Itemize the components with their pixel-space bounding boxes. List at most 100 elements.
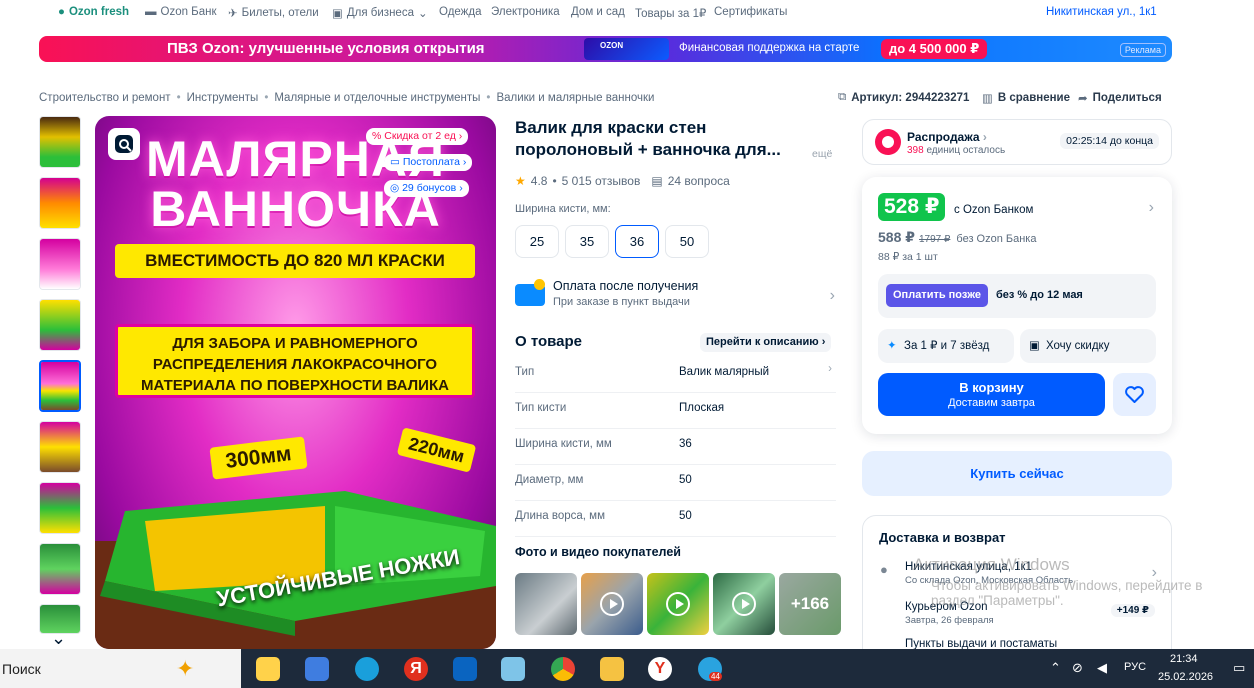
promo-banner[interactable]: ПВЗ Ozon: улучшенные условия открытия OZ… bbox=[39, 36, 1172, 62]
chevron-right-icon: › bbox=[458, 130, 463, 142]
notification-icon[interactable]: ▭ bbox=[1233, 660, 1245, 676]
size-option[interactable]: 35 bbox=[565, 225, 609, 258]
thumbnail[interactable] bbox=[39, 421, 81, 473]
sale-timer: 02:25:14 до конца bbox=[1060, 133, 1159, 149]
lens-icon bbox=[115, 135, 133, 153]
store-icon[interactable] bbox=[305, 657, 329, 681]
payment-card-icon bbox=[515, 279, 545, 306]
buy-now-button[interactable]: Купить сейчас bbox=[862, 451, 1172, 496]
thumbnail[interactable] bbox=[39, 543, 81, 595]
tickets-link[interactable]: ✈ Билеты, отели bbox=[228, 6, 319, 20]
share-icon: ➦ bbox=[1078, 93, 1088, 105]
goods-1-link[interactable]: Товары за 1₽ bbox=[635, 6, 706, 20]
heart-icon bbox=[1125, 386, 1144, 403]
title-more-link[interactable]: ещё bbox=[812, 148, 832, 160]
discount-tag[interactable]: % Скидка от 2 ед › bbox=[366, 128, 469, 145]
chevron-right-icon[interactable]: › bbox=[828, 363, 832, 375]
play-icon bbox=[732, 592, 756, 616]
copy-icon: ⧉ bbox=[838, 91, 847, 103]
outlook-icon[interactable] bbox=[453, 657, 477, 681]
bonus-icon: ◎ bbox=[390, 182, 400, 194]
chrome-icon[interactable] bbox=[551, 657, 575, 681]
play-icon bbox=[666, 592, 690, 616]
product-main-image[interactable]: МАЛЯРНАЯ ВАННОЧКА ВМЕСТИМОСТЬ ДО 820 МЛ … bbox=[95, 116, 496, 649]
breadcrumb-item[interactable]: Инструменты bbox=[187, 92, 259, 104]
explorer-icon[interactable] bbox=[600, 657, 624, 681]
compare-button[interactable]: ▥ В сравнение bbox=[982, 91, 1070, 105]
breadcrumb-item[interactable]: Валики и малярные ванночки bbox=[496, 92, 654, 104]
sale-card[interactable]: Распродажа › 398 единиц осталось 02:25:1… bbox=[862, 119, 1172, 165]
business-link[interactable]: ▣ Для бизнеса ⌄ bbox=[332, 6, 428, 20]
customer-photo[interactable] bbox=[515, 573, 577, 635]
home-garden-link[interactable]: Дом и сад bbox=[571, 6, 625, 18]
want-discount-button[interactable]: ▣ Хочу скидку bbox=[1020, 329, 1156, 363]
media-player-icon[interactable] bbox=[256, 657, 280, 681]
pay-later-row[interactable]: Оплатить позже без % до 12 мая bbox=[878, 274, 1156, 318]
breadcrumb-item[interactable]: Малярные и отделочные инструменты bbox=[274, 92, 480, 104]
thumbnail-list: ⌄ bbox=[39, 116, 83, 648]
leaf-icon: ● bbox=[58, 6, 65, 18]
ad-label: Реклама bbox=[1119, 43, 1166, 57]
taskbar-search[interactable]: Поиск ✦ bbox=[0, 649, 241, 688]
location-pin-icon: ● bbox=[880, 562, 888, 577]
postpay-tag[interactable]: ▭ Постоплата › bbox=[384, 154, 473, 171]
edge-icon[interactable] bbox=[355, 657, 379, 681]
yandex-icon[interactable]: Y bbox=[648, 657, 672, 681]
share-button[interactable]: ➦ Поделиться bbox=[1078, 91, 1162, 105]
purpose-label: ДЛЯ ЗАБОРА И РАВНОМЕРНОГО РАСПРЕДЕЛЕНИЯ … bbox=[115, 324, 475, 398]
ozon-fresh-link[interactable]: ● Ozon fresh bbox=[58, 6, 129, 18]
percent-icon: % bbox=[372, 130, 382, 142]
telegram-icon[interactable]: 44 bbox=[698, 657, 722, 681]
breadcrumb-item[interactable]: Строительство и ремонт bbox=[39, 92, 171, 104]
size-option[interactable]: 50 bbox=[665, 225, 709, 258]
certificates-link[interactable]: Сертификаты bbox=[714, 6, 787, 18]
yandex-browser-icon[interactable]: Я bbox=[404, 657, 428, 681]
customer-video[interactable] bbox=[713, 573, 775, 635]
breadcrumb: Строительство и ремонт • Инструменты • Мал… bbox=[39, 92, 655, 104]
about-heading: О товаре bbox=[515, 333, 583, 350]
reviews-link[interactable]: 5 015 отзывов bbox=[562, 174, 641, 188]
address-link[interactable]: Никитинская ул., 1к1 bbox=[1046, 6, 1157, 18]
thumbnail[interactable] bbox=[39, 299, 81, 351]
clothes-link[interactable]: Одежда bbox=[439, 6, 481, 18]
chevron-up-icon[interactable]: ⌃ bbox=[1050, 660, 1061, 676]
capacity-label: ВМЕСТИМОСТЬ ДО 820 МЛ КРАСКИ bbox=[115, 244, 475, 278]
bank-label: с Ozon Банком bbox=[954, 204, 1034, 216]
pay-after-receipt[interactable]: Оплата после получения При заказе в пунк… bbox=[515, 279, 835, 315]
customer-video[interactable] bbox=[647, 573, 709, 635]
language-indicator[interactable]: РУС bbox=[1124, 661, 1146, 673]
more-photos[interactable]: +166 bbox=[779, 573, 841, 635]
add-to-cart-button[interactable]: В корзину Доставим завтра bbox=[878, 373, 1105, 416]
chevron-right-icon: › bbox=[459, 182, 463, 194]
bonus-tag[interactable]: ◎ 29 бонусов › bbox=[384, 180, 469, 197]
card-icon: ▬ bbox=[145, 6, 157, 18]
size-option-selected[interactable]: 36 bbox=[615, 225, 659, 258]
app-icon[interactable] bbox=[501, 657, 525, 681]
thumbnail[interactable] bbox=[39, 238, 81, 290]
article-number[interactable]: ⧉ Артикул: 2944223271 bbox=[838, 91, 969, 104]
stars-offer[interactable]: ✦ За 1 ₽ и 7 звёзд bbox=[878, 329, 1014, 363]
network-icon[interactable]: ⊘ bbox=[1072, 660, 1083, 676]
size-option[interactable]: 25 bbox=[515, 225, 559, 258]
chevron-right-icon[interactable]: › bbox=[1149, 199, 1154, 217]
customer-video[interactable] bbox=[581, 573, 643, 635]
chevron-down-icon[interactable]: ⌄ bbox=[51, 628, 66, 649]
size-label-220: 220мм bbox=[396, 427, 477, 473]
clock-date: 25.02.2026 bbox=[1158, 671, 1214, 683]
electronics-link[interactable]: Электроника bbox=[491, 6, 560, 18]
thumbnail[interactable] bbox=[39, 116, 81, 168]
go-to-description-button[interactable]: Перейти к описанию › bbox=[700, 333, 832, 352]
windows-taskbar: Поиск ✦ Я Y 44 ⌃ ⊘ ◀ РУС 21:34 25.02.202… bbox=[0, 649, 1254, 688]
favorite-button[interactable] bbox=[1113, 373, 1156, 416]
questions-link[interactable]: 24 вопроса bbox=[668, 174, 730, 188]
volume-icon[interactable]: ◀ bbox=[1097, 660, 1107, 676]
ozon-bank-link[interactable]: ▬ Ozon Банк bbox=[145, 6, 217, 18]
rating-row[interactable]: ★ 4.8 • 5 015 отзывов ▤ 24 вопроса bbox=[515, 174, 730, 188]
thumbnail[interactable] bbox=[39, 482, 81, 534]
thumbnail-selected[interactable] bbox=[39, 360, 81, 412]
customer-photos-heading: Фото и видео покупателей bbox=[515, 545, 681, 559]
image-search-icon[interactable] bbox=[108, 128, 140, 160]
chevron-right-icon: › bbox=[462, 156, 467, 168]
thumbnail[interactable] bbox=[39, 177, 81, 229]
pay-later-button[interactable]: Оплатить позже bbox=[886, 284, 988, 307]
